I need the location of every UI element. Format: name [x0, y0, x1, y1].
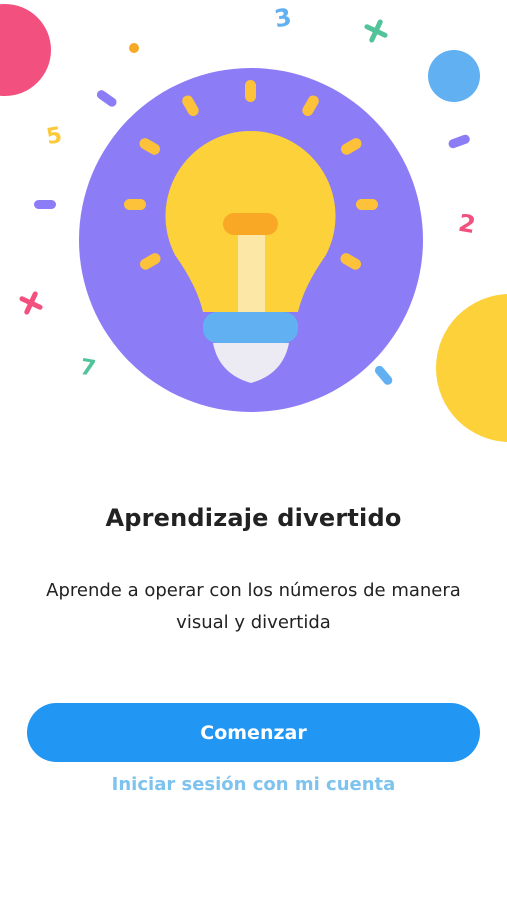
yellow-circle-decoration — [436, 294, 507, 442]
blue-circle-decoration — [428, 50, 480, 102]
number-3-decoration: 3 — [272, 3, 293, 33]
start-button-label: Comenzar — [200, 721, 307, 744]
onboarding-screen: 3 5 2 7 Aprendizaje divertido Aprende a … — [0, 0, 507, 900]
number-5-decoration: 5 — [45, 123, 64, 150]
page-title: Aprendizaje divertido — [105, 504, 402, 532]
pink-plus-icon — [19, 291, 43, 315]
purple-pill-decoration — [34, 200, 56, 209]
number-2-decoration: 2 — [456, 209, 477, 239]
onboarding-illustration: 3 5 2 7 — [0, 3, 507, 442]
pink-circle-decoration — [0, 4, 51, 96]
purple-pill-decoration — [96, 90, 117, 107]
purple-pill-decoration — [448, 134, 470, 149]
login-link[interactable]: Iniciar sesión con mi cuenta — [0, 774, 507, 795]
page-subtitle: Aprende a operar con los números de mane… — [46, 580, 461, 633]
number-7-decoration: 7 — [78, 355, 97, 382]
start-button[interactable]: Comenzar — [27, 703, 480, 762]
green-plus-icon — [364, 19, 388, 43]
orange-dot-decoration — [129, 43, 139, 53]
blue-pill-decoration — [374, 365, 393, 385]
